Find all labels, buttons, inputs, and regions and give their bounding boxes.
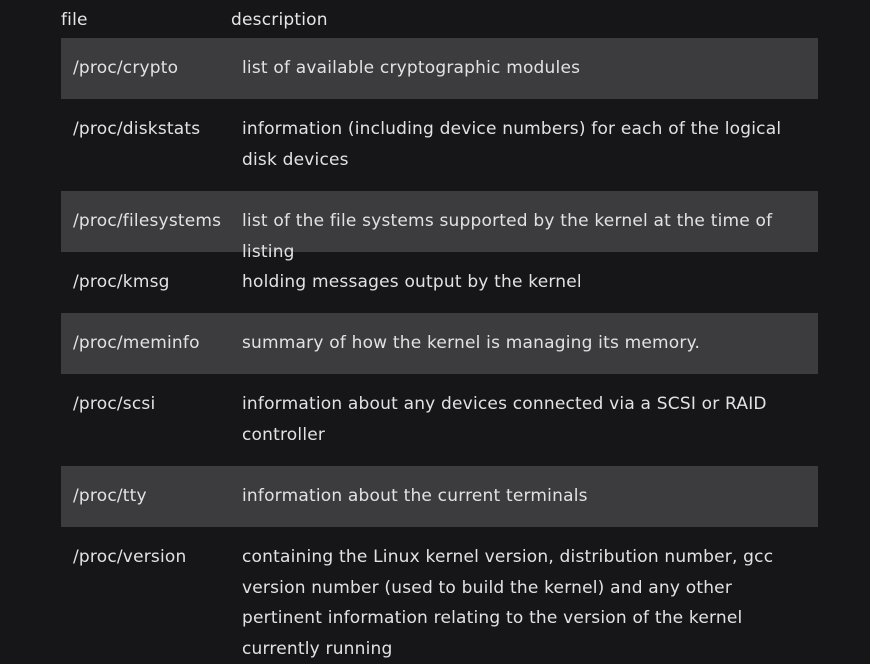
cell-description: holding messages output by the kernel bbox=[242, 272, 582, 292]
cell-description: information about any devices connected … bbox=[242, 394, 767, 445]
table-row: /proc/filesystems list of the file syste… bbox=[61, 191, 818, 262]
cell-description: summary of how the kernel is managing it… bbox=[242, 333, 701, 353]
column-header-file: file bbox=[61, 10, 88, 30]
table-row: /proc/version containing the Linux kerne… bbox=[61, 527, 818, 659]
cell-file: /proc/version bbox=[73, 547, 187, 567]
cell-file: /proc/diskstats bbox=[73, 119, 201, 139]
cell-description: containing the Linux kernel version, dis… bbox=[242, 547, 774, 659]
table-row: /proc/kmsg holding messages output by th… bbox=[61, 252, 818, 313]
proc-files-table: file description /proc/crypto list of av… bbox=[61, 10, 818, 659]
cell-file: /proc/scsi bbox=[73, 394, 156, 414]
cell-file: /proc/crypto bbox=[73, 58, 179, 78]
table-row: /proc/diskstats information (including d… bbox=[61, 99, 818, 191]
column-header-description: description bbox=[231, 10, 328, 30]
table-row: /proc/tty information about the current … bbox=[61, 466, 818, 527]
table-row: /proc/crypto list of available cryptogra… bbox=[61, 38, 818, 99]
table-row: /proc/meminfo summary of how the kernel … bbox=[61, 313, 818, 374]
cell-description: information about the current terminals bbox=[242, 486, 588, 506]
table-row: /proc/scsi information about any devices… bbox=[61, 374, 818, 466]
table-header: file description bbox=[61, 10, 818, 38]
cell-file: /proc/kmsg bbox=[73, 272, 170, 292]
cell-file: /proc/tty bbox=[73, 486, 147, 506]
cell-file: /proc/filesystems bbox=[73, 211, 222, 231]
cell-description: list of the file systems supported by th… bbox=[242, 211, 773, 262]
cell-description: list of available cryptographic modules bbox=[242, 58, 581, 78]
cell-file: /proc/meminfo bbox=[73, 333, 200, 353]
cell-description: information (including device numbers) f… bbox=[242, 119, 782, 170]
